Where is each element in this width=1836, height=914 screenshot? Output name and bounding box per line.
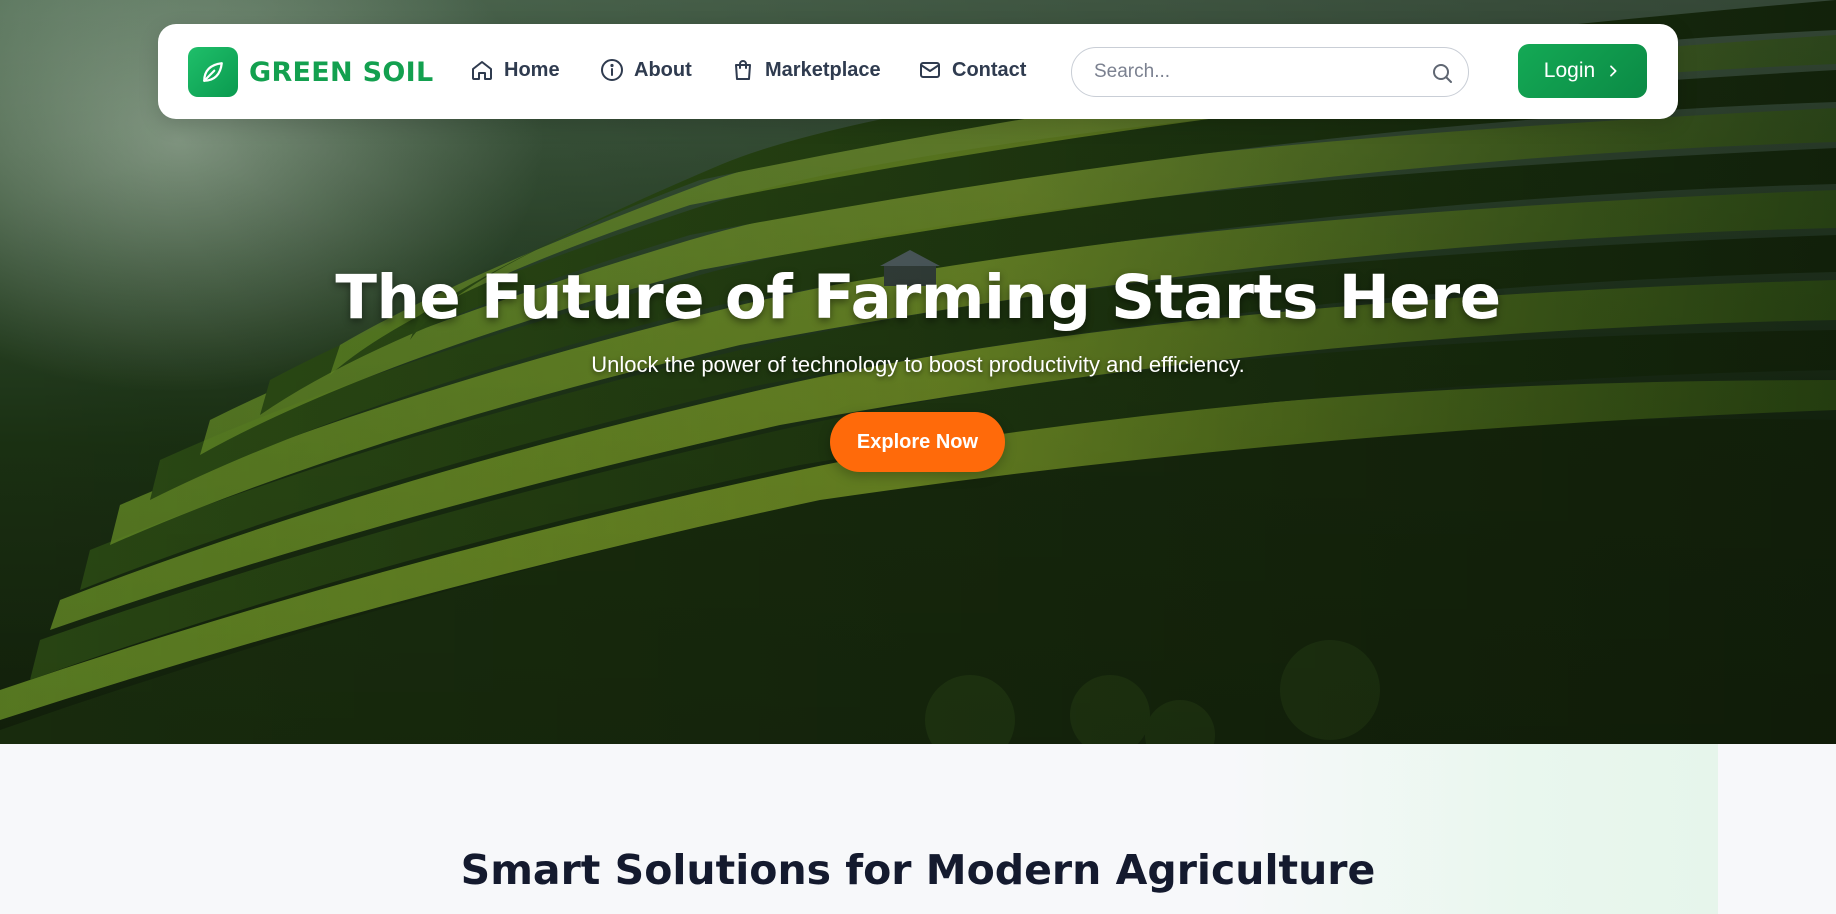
chevron-right-icon [1610, 65, 1617, 77]
nav-home[interactable]: Home [470, 58, 560, 82]
hero-section: GREEN SOIL Home About Marketplace Contac… [0, 0, 1836, 744]
nav-about[interactable]: About [600, 58, 692, 82]
hero-subtitle: Unlock the power of technology to boost … [591, 352, 1245, 377]
home-icon [472, 61, 492, 80]
brand-name: GREEN SOIL [249, 56, 434, 88]
shopping-bag-icon [735, 60, 751, 80]
explore-now-button[interactable]: Explore Now [830, 412, 1005, 472]
leaf-icon [188, 47, 238, 97]
solutions-section: Smart Solutions for Modern Agriculture [0, 744, 1836, 914]
nav-contact-label: Contact [952, 58, 1027, 81]
brand-logo[interactable]: GREEN SOIL [188, 47, 434, 97]
search-box [1071, 47, 1469, 97]
nav-marketplace-label: Marketplace [765, 58, 881, 81]
login-button[interactable]: Login [1518, 44, 1647, 98]
hero-title: The Future of Farming Starts Here [335, 262, 1501, 333]
nav-contact[interactable]: Contact [918, 58, 1026, 82]
search-icon[interactable] [1430, 61, 1454, 85]
search-input[interactable] [1092, 60, 1416, 84]
nav-about-label: About [634, 58, 692, 81]
section-title: Smart Solutions for Modern Agriculture [460, 846, 1376, 894]
navbar: GREEN SOIL Home About Marketplace Contac… [158, 24, 1678, 119]
login-label: Login [1543, 59, 1596, 82]
nav-home-label: Home [504, 58, 560, 81]
info-icon [601, 59, 623, 81]
nav-marketplace[interactable]: Marketplace [731, 58, 881, 82]
mail-icon [920, 62, 940, 78]
